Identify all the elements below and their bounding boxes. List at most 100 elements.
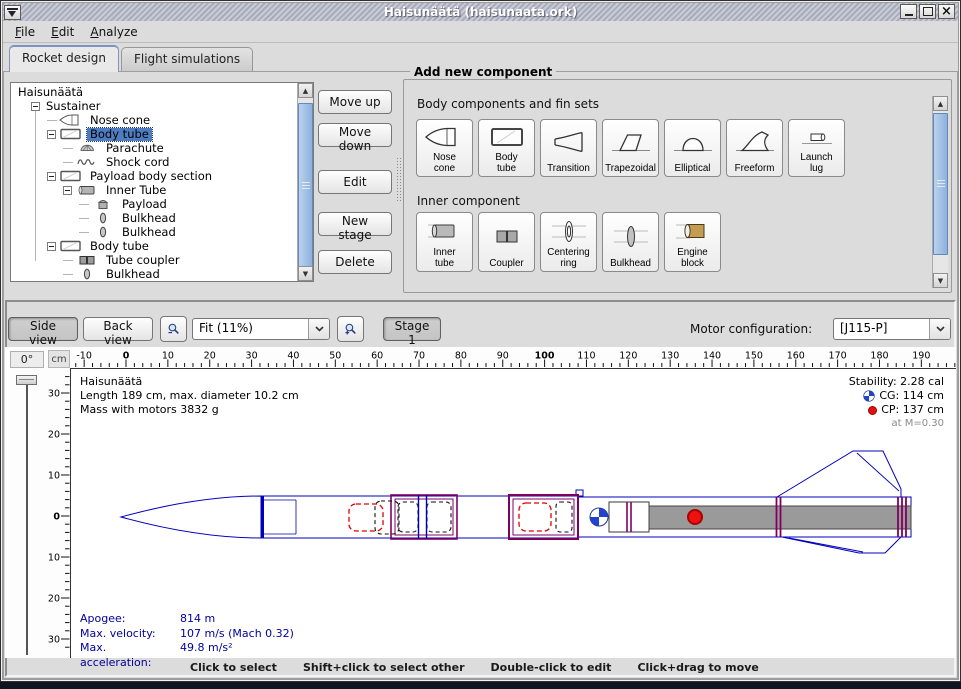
add-inner-tube-button[interactable]: Inner tube xyxy=(416,212,473,272)
move-up-button[interactable]: Move up xyxy=(318,90,392,114)
scroll-down-icon[interactable]: ▼ xyxy=(298,266,313,281)
component-scrollbar-thumb[interactable] xyxy=(933,113,948,255)
component-button-label: Transition xyxy=(547,164,590,175)
scroll-up-icon[interactable]: ▲ xyxy=(933,96,948,111)
tree-expander-icon[interactable] xyxy=(47,172,56,181)
add-launch-lug-button[interactable]: Launch lug xyxy=(788,119,845,177)
flight-stat-row: Max. velocity:107 m/s (Mach 0.32) xyxy=(80,627,294,642)
tree-item-bulkhead[interactable]: Bulkhead xyxy=(11,211,296,225)
tree-expander-icon[interactable] xyxy=(31,102,40,111)
maximize-icon xyxy=(923,7,933,16)
zoom-out-button[interactable] xyxy=(160,316,187,342)
tree-item-haisun-t[interactable]: Haisunäätä xyxy=(11,85,296,99)
tab-flight-simulations[interactable]: Flight simulations xyxy=(121,47,253,71)
tree-item-body-tube[interactable]: Body tube xyxy=(11,239,296,253)
component-panel-scrollbar[interactable]: ▲ ▼ xyxy=(932,96,948,288)
tree-item-payload[interactable]: Payload xyxy=(11,197,296,211)
tree-expander-icon[interactable] xyxy=(47,242,56,251)
chevron-down-icon xyxy=(929,319,950,339)
flight-stat-label: Max. velocity: xyxy=(80,627,180,642)
hint-click-to-select: Click to select xyxy=(190,661,277,674)
tree-item-bulkhead[interactable]: Bulkhead xyxy=(11,267,296,281)
scroll-down-icon[interactable]: ▼ xyxy=(933,273,948,288)
zoom-select-value: Fit (11%) xyxy=(193,319,308,339)
tree-scrollbar[interactable]: ▲ ▼ xyxy=(297,83,313,281)
tree-item-parachute[interactable]: Parachute xyxy=(11,141,296,155)
magnifier-minus-icon xyxy=(167,320,180,338)
tree-expander-icon[interactable] xyxy=(63,186,72,195)
delete-button[interactable]: Delete xyxy=(318,250,392,274)
svg-text:190: 190 xyxy=(912,351,930,362)
menu-edit[interactable]: Edit xyxy=(45,23,84,41)
component-button-label: Nose cone xyxy=(423,153,466,174)
rotation-angle-label: 0° xyxy=(10,351,44,368)
svg-text:0: 0 xyxy=(123,351,130,362)
tree-item-inner-tube[interactable]: Inner Tube xyxy=(11,183,296,197)
body-tube-icon xyxy=(484,121,530,153)
component-button-label: Bulkhead xyxy=(610,259,651,270)
add-coupler-button[interactable]: Coupler xyxy=(478,212,535,272)
tree-scrollbar-thumb[interactable] xyxy=(298,103,313,269)
svg-text:-10: -10 xyxy=(76,351,92,362)
inner-tube-icon xyxy=(422,214,468,248)
zoom-select[interactable]: Fit (11%) xyxy=(192,318,330,340)
add-nose-cone-button[interactable]: Nose cone xyxy=(416,119,473,177)
window-menu-button[interactable] xyxy=(4,5,21,20)
fin-top-outline xyxy=(777,451,901,497)
flight-stat-value: 107 m/s (Mach 0.32) xyxy=(180,627,294,642)
tree-item-body-tube[interactable]: Body tube xyxy=(11,127,296,141)
new-stage-button[interactable]: New stage xyxy=(318,212,392,236)
add-bulkhead-button[interactable]: Bulkhead xyxy=(602,212,659,272)
tree-item-payload-body-section[interactable]: Payload body section xyxy=(11,169,296,183)
add-freeform-button[interactable]: Freeform xyxy=(726,119,783,177)
svg-text:20: 20 xyxy=(48,594,60,605)
minimize-button[interactable] xyxy=(900,4,917,19)
tree-expander-icon[interactable] xyxy=(47,130,56,139)
component-button-label: Body tube xyxy=(485,153,528,174)
tree-connector xyxy=(79,218,89,219)
coupler-icon xyxy=(484,214,530,259)
tree-item-tube-coupler[interactable]: Tube coupler xyxy=(11,253,296,267)
add-transition-button[interactable]: Transition xyxy=(540,119,597,177)
svg-text:-20: -20 xyxy=(48,430,60,441)
rotation-slider-track[interactable] xyxy=(26,379,28,655)
back-view-button[interactable]: Back view xyxy=(83,317,153,341)
svg-text:140: 140 xyxy=(703,351,721,362)
component-tree-panel: HaisunäätäSustainerNose coneBody tubePar… xyxy=(10,82,314,282)
menu-analyze[interactable]: Analyze xyxy=(84,23,147,41)
edit-button[interactable]: Edit xyxy=(318,170,392,194)
add-body-tube-button[interactable]: Body tube xyxy=(478,119,535,177)
move-down-button[interactable]: Move down xyxy=(318,123,392,147)
tree-item-nose-cone[interactable]: Nose cone xyxy=(11,113,296,127)
svg-text:160: 160 xyxy=(787,351,805,362)
add-trapezoidal-button[interactable]: Trapezoidal xyxy=(602,119,659,177)
tree-connector xyxy=(47,120,57,121)
motor-configuration-select[interactable]: [J115-P] xyxy=(833,318,951,340)
add-centering-ring-button[interactable]: Centering ring xyxy=(540,212,597,272)
tree-item-label: Shock cord xyxy=(103,156,172,169)
maximize-button[interactable] xyxy=(919,4,936,19)
side-view-button[interactable]: Side view xyxy=(8,317,78,341)
cg-icon xyxy=(863,390,875,402)
tree-item-shock-cord[interactable]: Shock cord xyxy=(11,155,296,169)
close-button[interactable]: × xyxy=(938,4,955,19)
tree-item-sustainer[interactable]: Sustainer xyxy=(11,99,296,113)
inner-components-row: Inner tubeCouplerCentering ring Bulkhead E… xyxy=(416,212,721,272)
rocket-canvas[interactable]: HaisunäätäLength 189 cm, max. diameter 1… xyxy=(70,368,956,658)
stage-1-toggle[interactable]: Stage 1 xyxy=(383,317,441,341)
add-elliptical-button[interactable]: Elliptical xyxy=(664,119,721,177)
titlebar[interactable]: Haisunäätä (haisunaata.ork) × xyxy=(3,3,958,22)
zoom-in-button[interactable] xyxy=(337,316,364,342)
menu-file[interactable]: File xyxy=(9,23,45,41)
tab-rocket-design[interactable]: Rocket design xyxy=(9,45,119,72)
cp-value: CP: 137 cm xyxy=(881,403,944,417)
tree-item-bulkhead[interactable]: Bulkhead xyxy=(11,225,296,239)
rotation-slider-handle[interactable] xyxy=(16,375,37,385)
splitter-handle[interactable] xyxy=(396,157,402,203)
tree-item-label: Haisunäätä xyxy=(15,86,86,99)
svg-text:110: 110 xyxy=(577,351,595,362)
scroll-up-icon[interactable]: ▲ xyxy=(298,83,313,98)
tree-connector xyxy=(79,204,89,205)
add-engine-block-button[interactable]: Engine block xyxy=(664,212,721,272)
close-icon: × xyxy=(941,5,952,18)
